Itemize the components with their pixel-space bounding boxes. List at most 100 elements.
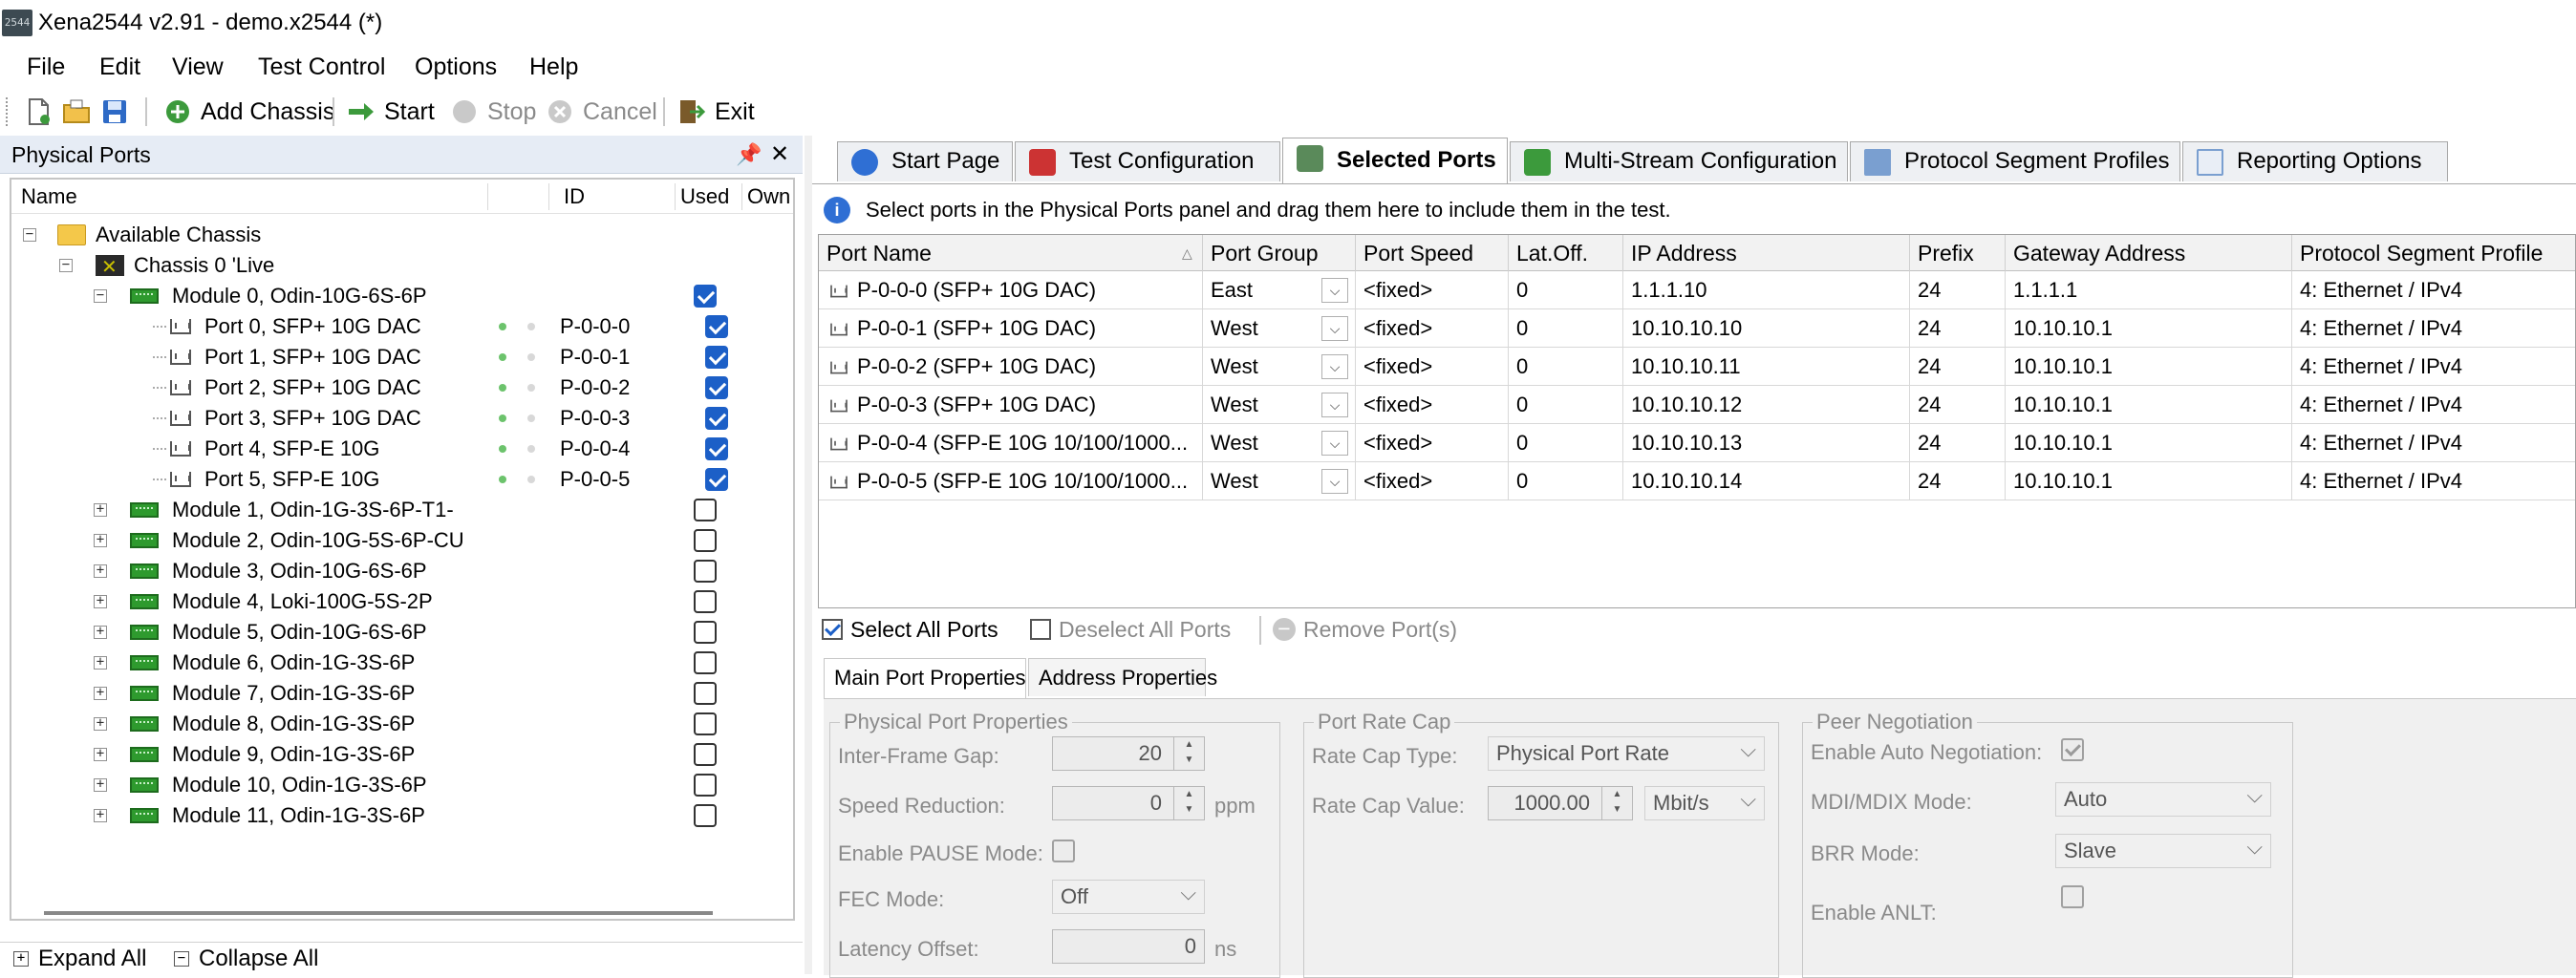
menu-edit[interactable]: Edit <box>99 46 140 88</box>
cell-prefix[interactable]: 24 <box>1910 271 2006 309</box>
cell-profile[interactable]: 4: Ethernet / IPv4 <box>2292 424 2575 462</box>
speed-reduction-input[interactable]: 0 ▲ ▼ <box>1052 786 1205 820</box>
rate-cap-unit-dropdown[interactable]: Mbit/s <box>1644 783 1765 820</box>
start-button[interactable]: Start <box>346 88 435 136</box>
tree-row-module[interactable]: + Module 3, Odin-10G-6S-6P <box>11 556 793 586</box>
col-port-speed[interactable]: Port Speed <box>1356 235 1509 271</box>
expand-icon[interactable]: + <box>94 747 107 761</box>
cell-ip[interactable]: 10.10.10.12 <box>1623 386 1910 424</box>
expand-icon[interactable]: + <box>94 563 107 578</box>
cell-speed[interactable]: <fixed> <box>1356 348 1509 386</box>
expand-icon[interactable]: + <box>94 808 107 822</box>
rate-cap-value-input[interactable]: 1000.00 ▲ ▼ <box>1488 786 1633 820</box>
menu-help[interactable]: Help <box>529 46 578 88</box>
menu-options[interactable]: Options <box>415 46 497 88</box>
menu-test-control[interactable]: Test Control <box>258 46 385 88</box>
col-port-group[interactable]: Port Group <box>1203 235 1356 271</box>
select-all-button[interactable]: Select All Ports <box>822 610 998 648</box>
cell-name[interactable]: P-0-0-4 (SFP-E 10G 10/100/1000... <box>819 424 1203 462</box>
spinner[interactable]: ▲ ▼ <box>1173 787 1204 819</box>
collapse-icon[interactable]: − <box>94 288 107 303</box>
tree-row-module[interactable]: + Module 7, Odin-1G-3S-6P <box>11 678 793 709</box>
cell-prefix[interactable]: 24 <box>1910 462 2006 500</box>
save-button[interactable] <box>99 88 130 136</box>
port-group-dropdown-button[interactable]: ⌵ <box>1321 278 1348 303</box>
col-lat-off[interactable]: Lat.Off. <box>1509 235 1623 271</box>
used-checkbox[interactable] <box>694 651 717 674</box>
col-gateway[interactable]: Gateway Address <box>2006 235 2292 271</box>
tree-row-port[interactable]: Port 0, SFP+ 10G DAC P-0-0-0 <box>11 311 793 342</box>
cell-ip[interactable]: 10.10.10.14 <box>1623 462 1910 500</box>
grid-row[interactable]: P-0-0-4 (SFP-E 10G 10/100/1000... West <fi… <box>819 424 2575 462</box>
used-checkbox[interactable] <box>694 621 717 644</box>
anlt-checkbox[interactable] <box>2061 885 2084 908</box>
col-prefix[interactable]: Prefix <box>1910 235 2006 271</box>
expand-icon[interactable]: + <box>94 533 107 547</box>
cell-name[interactable]: P-0-0-0 (SFP+ 10G DAC) <box>819 271 1203 309</box>
tab-start-page[interactable]: Start Page <box>837 141 1013 181</box>
horizontal-scrollbar[interactable] <box>44 911 713 915</box>
col-name[interactable]: Name <box>21 180 77 214</box>
used-checkbox[interactable] <box>694 774 717 797</box>
used-checkbox[interactable] <box>694 804 717 827</box>
cell-prefix[interactable]: 24 <box>1910 348 2006 386</box>
grid-row[interactable]: P-0-0-5 (SFP-E 10G 10/100/1000... West <fi… <box>819 462 2575 500</box>
collapse-all-button[interactable]: − Collapse All <box>174 943 318 975</box>
new-file-button[interactable] <box>23 88 54 136</box>
open-file-button[interactable] <box>61 88 92 136</box>
tree-row-chassis[interactable]: − Chassis 0 'Live <box>11 250 793 283</box>
cell-lat[interactable]: 0 <box>1509 462 1623 500</box>
tree-row-module[interactable]: + Module 4, Loki-100G-5S-2P <box>11 586 793 617</box>
tree-row-module[interactable]: + Module 11, Odin-1G-3S-6P <box>11 800 793 831</box>
tree-row-module[interactable]: + Module 6, Odin-1G-3S-6P <box>11 648 793 678</box>
deselect-all-button[interactable]: Deselect All Ports <box>1030 610 1231 648</box>
used-checkbox[interactable] <box>694 743 717 766</box>
expand-icon[interactable]: + <box>94 625 107 639</box>
tab-multi-stream[interactable]: Multi-Stream Configuration <box>1510 141 1848 181</box>
port-group-dropdown-button[interactable]: ⌵ <box>1321 393 1348 417</box>
used-checkbox[interactable] <box>705 407 728 430</box>
cell-gw[interactable]: 10.10.10.1 <box>2006 386 2292 424</box>
used-checkbox[interactable] <box>694 590 717 613</box>
tree-row-port[interactable]: Port 5, SFP-E 10G P-0-0-5 <box>11 464 793 495</box>
add-chassis-button[interactable]: Add Chassis <box>162 88 334 136</box>
tree-row-module[interactable]: + Module 10, Odin-1G-3S-6P <box>11 770 793 800</box>
cell-name[interactable]: P-0-0-5 (SFP-E 10G 10/100/1000... <box>819 462 1203 500</box>
port-group-dropdown-button[interactable]: ⌵ <box>1321 354 1348 379</box>
cell-speed[interactable]: <fixed> <box>1356 462 1509 500</box>
cell-gw[interactable]: 10.10.10.1 <box>2006 309 2292 348</box>
latency-input[interactable]: 0 <box>1052 929 1205 964</box>
grid-row[interactable]: P-0-0-1 (SFP+ 10G DAC) West <fixed> 0 10.10.… <box>819 309 2575 348</box>
cell-name[interactable]: P-0-0-3 (SFP+ 10G DAC) <box>819 386 1203 424</box>
tab-address-properties[interactable]: Address Properties <box>1028 658 1217 696</box>
grid-row[interactable]: P-0-0-2 (SFP+ 10G DAC) West <fixed> 0 10.10.… <box>819 348 2575 386</box>
cell-lat[interactable]: 0 <box>1509 309 1623 348</box>
cell-profile[interactable]: 4: Ethernet / IPv4 <box>2292 309 2575 348</box>
menu-view[interactable]: View <box>172 46 224 88</box>
expand-icon[interactable]: + <box>94 777 107 792</box>
cell-lat[interactable]: 0 <box>1509 348 1623 386</box>
cell-ip[interactable]: 1.1.1.10 <box>1623 271 1910 309</box>
used-checkbox[interactable] <box>705 437 728 460</box>
tree-row-module[interactable]: + Module 5, Odin-10G-6S-6P <box>11 617 793 648</box>
col-owner[interactable]: Own <box>747 180 790 214</box>
tree-row-module[interactable]: − Module 0, Odin-10G-6S-6P <box>11 281 793 311</box>
tree-row-root[interactable]: − Available Chassis <box>11 220 793 250</box>
menu-file[interactable]: File <box>27 46 65 88</box>
tab-protocol-segment-profiles[interactable]: Protocol Segment Profiles <box>1850 141 2180 181</box>
col-id[interactable]: ID <box>564 180 585 214</box>
cell-name[interactable]: P-0-0-2 (SFP+ 10G DAC) <box>819 348 1203 386</box>
expand-icon[interactable]: + <box>94 716 107 731</box>
panel-splitter[interactable] <box>805 136 812 974</box>
cell-speed[interactable]: <fixed> <box>1356 309 1509 348</box>
remove-ports-button[interactable]: − Remove Port(s) <box>1273 610 1457 648</box>
used-checkbox[interactable] <box>694 560 717 583</box>
tree-row-module[interactable]: + Module 2, Odin-10G-5S-6P-CU <box>11 525 793 556</box>
collapse-icon[interactable]: − <box>59 258 73 272</box>
brr-dropdown[interactable]: Slave <box>2055 831 2271 868</box>
tree-row-module[interactable]: + Module 8, Odin-1G-3S-6P <box>11 709 793 739</box>
expand-all-button[interactable]: + Expand All <box>13 943 146 975</box>
col-port-name[interactable]: Port Name <box>819 235 1203 271</box>
cell-prefix[interactable]: 24 <box>1910 424 2006 462</box>
rate-cap-type-dropdown[interactable]: Physical Port Rate <box>1488 734 1765 771</box>
